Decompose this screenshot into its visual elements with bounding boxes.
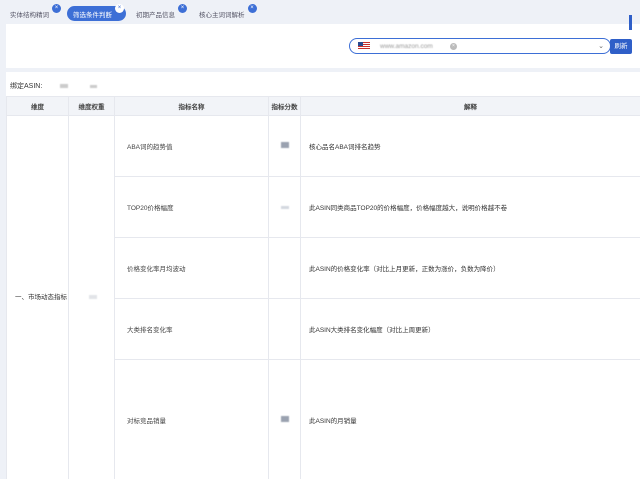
us-flag-icon xyxy=(358,42,370,50)
tab-label: 实体结构精词 xyxy=(10,12,49,19)
tab-core-keyword[interactable]: 核心主词词解析 × xyxy=(193,4,259,22)
dimension-label: 一、市场动态指标 xyxy=(15,294,67,301)
indicator-score xyxy=(268,359,301,479)
tab-product-info[interactable]: 初期产品信息 × xyxy=(130,4,189,22)
site-select[interactable]: www.amazon.com × ⌄ xyxy=(349,38,611,54)
toolbar-edge-button[interactable] xyxy=(629,15,632,30)
indicator-desc: 此ASIN的月销量 xyxy=(300,359,640,479)
header-indicator-name: 指标名称 xyxy=(114,96,269,116)
indicator-desc: 此ASIN大类排名变化幅度（对比上周更新） xyxy=(300,298,640,360)
indicator-score xyxy=(268,176,301,238)
header-indicator-score: 指标分数 xyxy=(268,96,301,116)
asin-row: 绑定ASIN: xyxy=(10,80,98,92)
close-icon[interactable]: × xyxy=(52,4,61,13)
indicator-desc: 此ASIN的价格变化率（对比上月更新，正数为涨价，负数为降价） xyxy=(300,237,640,299)
content-panel: 绑定ASIN: 维度 维度权重 指标名称 指标分数 解释 一、市场动态指标 AB… xyxy=(6,72,640,479)
indicator-score xyxy=(268,237,301,299)
toolbar: www.amazon.com × ⌄ 刷新 xyxy=(6,24,640,68)
asin-dropdown-icon[interactable] xyxy=(90,84,98,88)
tab-entity-structure[interactable]: 实体结构精词 × xyxy=(4,4,63,22)
close-icon[interactable]: × xyxy=(247,4,257,13)
indicator-score xyxy=(268,115,301,177)
tab-label: 初期产品信息 xyxy=(136,12,175,19)
tab-label: 筛选条件判断 xyxy=(73,11,112,19)
header-dimension: 维度 xyxy=(6,96,69,116)
score-value xyxy=(280,205,289,209)
weight-value xyxy=(89,295,97,299)
asin-label: 绑定ASIN: xyxy=(10,83,43,90)
header-explanation: 解释 xyxy=(300,96,640,116)
dimension-cell: 一、市场动态指标 xyxy=(6,115,69,479)
tab-bar: 实体结构精词 × 筛选条件判断 × 初期产品信息 × 核心主词词解析 × xyxy=(0,0,640,22)
score-value xyxy=(280,415,289,422)
indicator-score xyxy=(268,298,301,360)
asin-value xyxy=(60,84,69,88)
close-icon[interactable]: × xyxy=(178,4,187,13)
chevron-down-icon[interactable]: ⌄ xyxy=(598,42,604,50)
indicator-name: ABA词的趋势值 xyxy=(114,115,269,177)
refresh-button[interactable]: 刷新 xyxy=(610,39,632,54)
header-weight: 维度权重 xyxy=(68,96,115,116)
indicator-name: 对标竞品销量 xyxy=(114,359,269,479)
table-header-row: 维度 维度权重 指标名称 指标分数 解释 xyxy=(6,96,640,116)
clear-icon[interactable]: × xyxy=(450,43,457,50)
indicator-name: TOP20价格幅度 xyxy=(114,176,269,238)
tab-filter-conditions[interactable]: 筛选条件判断 × xyxy=(67,4,126,21)
score-value xyxy=(280,142,289,148)
indicator-name: 价格变化率月均波动 xyxy=(114,237,269,299)
site-select-value: www.amazon.com xyxy=(380,42,433,50)
tab-label: 核心主词词解析 xyxy=(199,12,245,19)
indicator-desc: 此ASIN同类商品TOP20的价格幅度，价格幅度越大，说明价格越不卷 xyxy=(300,176,640,238)
close-icon[interactable]: × xyxy=(115,4,124,13)
indicator-name: 大类排名变化率 xyxy=(114,298,269,360)
indicator-table: 维度 维度权重 指标名称 指标分数 解释 一、市场动态指标 ABA词的趋势值 核… xyxy=(6,96,640,479)
indicator-desc: 核心品名ABA词排名趋势 xyxy=(300,115,640,177)
weight-cell xyxy=(68,115,115,479)
table-row: 一、市场动态指标 ABA词的趋势值 核心品名ABA词排名趋势 xyxy=(6,115,640,479)
